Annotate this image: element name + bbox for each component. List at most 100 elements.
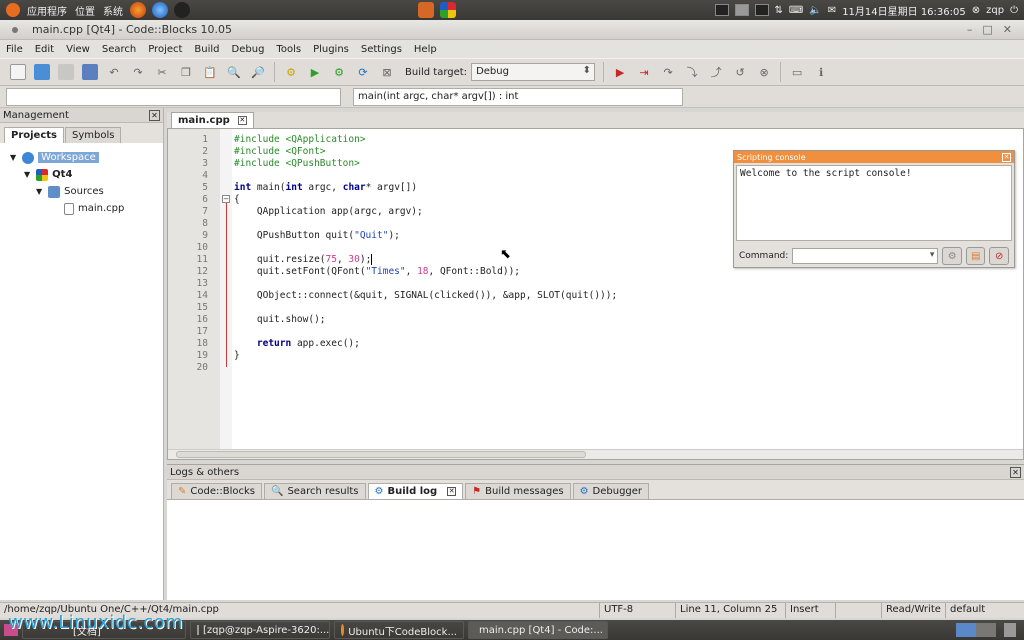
menu-edit[interactable]: Edit	[29, 44, 60, 55]
close-tab-icon[interactable]: ✕	[237, 116, 247, 125]
menu-plugins[interactable]: Plugins	[307, 44, 355, 55]
tab-projects[interactable]: Projects	[4, 127, 65, 143]
task-codeblocks[interactable]: main.cpp [Qt4] - Code:...	[468, 621, 608, 639]
task-terminal[interactable]: [zqp@zqp-Aspire-3620:...	[190, 621, 330, 639]
info-icon[interactable]: ℹ	[813, 64, 829, 80]
next-instruction-icon[interactable]: ↺	[732, 64, 748, 80]
scrollbar-thumb[interactable]	[176, 451, 586, 458]
places-menu[interactable]: 位置	[71, 3, 99, 18]
tab-search-results[interactable]: 🔍 Search results	[264, 483, 366, 499]
menu-build[interactable]: Build	[188, 44, 225, 55]
launcher-icon[interactable]	[418, 2, 434, 18]
clock[interactable]: 11月14日星期日 16:36:05	[842, 3, 966, 18]
tab-main-cpp[interactable]: main.cpp ✕	[171, 112, 254, 128]
code-line: {	[234, 194, 240, 205]
maximize-icon[interactable]: □	[982, 23, 992, 36]
tree-project[interactable]: ▼ Qt4	[0, 166, 163, 183]
user-icon[interactable]: ⊗	[972, 5, 980, 16]
applications-menu[interactable]: 应用程序	[23, 3, 71, 18]
volume-icon[interactable]: 🔈	[809, 5, 821, 16]
menu-settings[interactable]: Settings	[355, 44, 408, 55]
window-menu-icon[interactable]	[12, 26, 18, 33]
close-console-icon[interactable]: ✕	[1002, 152, 1011, 162]
menu-file[interactable]: File	[0, 44, 29, 55]
next-line-icon[interactable]: ↷	[660, 64, 676, 80]
abort-icon[interactable]: ⊠	[379, 64, 395, 80]
replace-icon[interactable]: 🔎	[250, 64, 266, 80]
menu-project[interactable]: Project	[142, 44, 188, 55]
browser-icon[interactable]	[152, 2, 168, 18]
ubuntu-logo-icon[interactable]	[6, 3, 20, 17]
collapse-icon[interactable]: ▼	[24, 170, 30, 179]
fold-margin[interactable]: −	[220, 129, 232, 449]
system-monitor-icon[interactable]	[714, 4, 729, 16]
function-select[interactable]: main(int argc, char* argv[]) : int	[353, 87, 683, 106]
keyboard-icon[interactable]: ⌨	[789, 5, 803, 16]
clear-console-icon[interactable]: ⊘	[989, 247, 1010, 265]
debug-windows-icon[interactable]: ▭	[789, 64, 805, 80]
save-icon[interactable]	[58, 64, 74, 80]
qq-icon[interactable]	[174, 2, 190, 18]
menu-help[interactable]: Help	[408, 44, 443, 55]
rebuild-icon[interactable]: ⟳	[355, 64, 371, 80]
code-content[interactable]: #include <QApplication> #include <QFont>…	[234, 134, 617, 374]
debug-icon[interactable]: ▶	[612, 64, 628, 80]
cut-icon[interactable]: ✂	[154, 64, 170, 80]
run-icon[interactable]: ▶	[307, 64, 323, 80]
close-build-log-icon[interactable]: ✕	[447, 487, 457, 496]
tab-build-messages[interactable]: ⚑ Build messages	[465, 483, 571, 499]
tree-workspace[interactable]: ▼ Workspace	[0, 149, 163, 166]
collapse-icon[interactable]: ▼	[36, 187, 42, 196]
undo-icon[interactable]: ↶	[106, 64, 122, 80]
codeblocks-launcher-icon[interactable]	[440, 2, 456, 18]
tree-file-main[interactable]: main.cpp	[0, 200, 163, 217]
scope-select[interactable]	[6, 87, 341, 106]
run-to-cursor-icon[interactable]: ⇥	[636, 64, 652, 80]
save-all-icon[interactable]	[82, 64, 98, 80]
horizontal-scrollbar[interactable]	[168, 449, 1023, 459]
fold-marker-icon[interactable]: −	[222, 195, 230, 203]
execute-icon[interactable]: ⚙	[942, 247, 962, 265]
copy-icon[interactable]: ❐	[178, 64, 194, 80]
build-target-select[interactable]: Debug	[471, 63, 596, 81]
redo-icon[interactable]: ↷	[130, 64, 146, 80]
console-header[interactable]: Scripting console ✕	[734, 151, 1014, 163]
menu-search[interactable]: Search	[96, 44, 142, 55]
step-into-icon[interactable]: ⤵	[684, 64, 700, 80]
workspace-switcher-icon[interactable]	[956, 623, 996, 637]
network-icon[interactable]: ⇅	[775, 5, 783, 16]
build-and-run-icon[interactable]: ⚙	[331, 64, 347, 80]
collapse-icon[interactable]: ▼	[10, 153, 16, 162]
tree-folder-sources[interactable]: ▼ Sources	[0, 183, 163, 200]
tab-codeblocks-log[interactable]: ✎ Code::Blocks	[171, 483, 262, 499]
command-input[interactable]	[792, 248, 939, 264]
power-icon[interactable]: ⏻	[1010, 5, 1018, 16]
close-management-icon[interactable]: ✕	[149, 109, 160, 121]
minimize-icon[interactable]: –	[967, 23, 973, 36]
menu-view[interactable]: View	[60, 44, 96, 55]
tab-build-log[interactable]: ⚙ Build log ✕	[367, 483, 464, 499]
user-name[interactable]: zqp	[986, 5, 1004, 16]
tab-symbols[interactable]: Symbols	[65, 127, 122, 143]
step-out-icon[interactable]: ⤴	[708, 64, 724, 80]
calculator-icon[interactable]	[734, 4, 749, 16]
task-browser[interactable]: Ubuntu下CodeBlock...	[334, 621, 464, 639]
system-menu[interactable]: 系统	[99, 3, 127, 18]
stop-debugger-icon[interactable]: ⊗	[756, 64, 772, 80]
menu-tools[interactable]: Tools	[270, 44, 307, 55]
trash-icon[interactable]	[1004, 623, 1016, 637]
terminal-icon[interactable]	[754, 4, 769, 16]
find-icon[interactable]: 🔍	[226, 64, 242, 80]
mail-icon[interactable]: ✉	[828, 5, 836, 16]
firefox-icon[interactable]	[130, 2, 146, 18]
load-script-icon[interactable]: ▤	[965, 247, 986, 265]
paste-icon[interactable]: 📋	[202, 64, 218, 80]
menu-debug[interactable]: Debug	[226, 44, 271, 55]
build-icon[interactable]: ⚙	[283, 64, 299, 80]
window-title-bar[interactable]: main.cpp [Qt4] - Code::Blocks 10.05 – □ …	[0, 20, 1024, 40]
new-file-icon[interactable]	[10, 64, 26, 80]
tab-debugger[interactable]: ⚙ Debugger	[572, 483, 650, 499]
close-logs-icon[interactable]: ✕	[1010, 466, 1021, 478]
open-file-icon[interactable]	[34, 64, 50, 80]
close-window-icon[interactable]: ✕	[1003, 23, 1012, 36]
